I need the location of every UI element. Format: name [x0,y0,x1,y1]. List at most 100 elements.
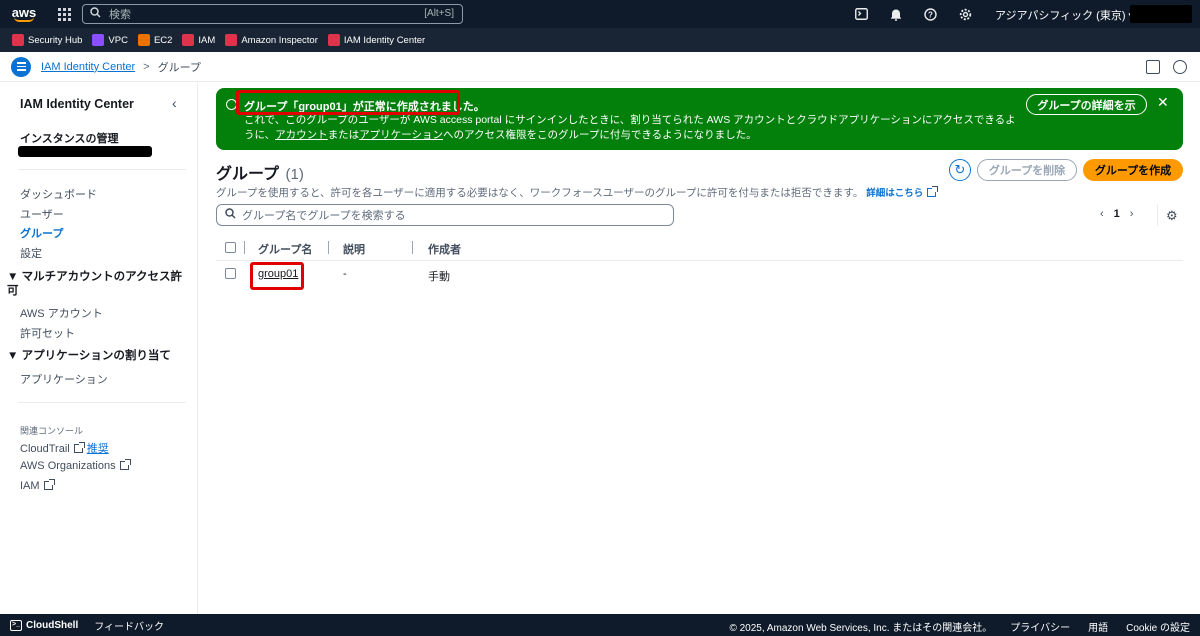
sidebar-item-applications[interactable]: アプリケーション [20,371,108,387]
view-group-details-button[interactable]: グループの詳細を示 [1026,94,1147,115]
group-search-input[interactable]: グループ名でグループを検索する [216,204,674,226]
success-check-icon [226,99,237,110]
delete-group-button[interactable]: グループを削除 [977,159,1077,181]
bell-icon[interactable] [887,5,905,23]
current-page[interactable]: 1 [1114,208,1120,220]
collapse-sidebar-icon[interactable]: ‹ [172,95,177,111]
help-icon[interactable]: ? [921,5,939,23]
sidebar-item-dashboard[interactable]: ダッシュボード [20,186,97,202]
external-link-icon [73,442,85,453]
hamburger-menu-icon[interactable] [11,56,31,77]
copyright: © 2025, Amazon Web Services, Inc. またはその関… [729,623,993,634]
sidebar-item-settings[interactable]: 設定 [20,245,42,261]
account-menu-redacted[interactable] [1130,5,1192,23]
favorite-ec2[interactable]: EC2 [137,34,172,46]
favorite-amazon-inspector[interactable]: Amazon Inspector [225,34,318,46]
column-header-description[interactable]: 説明 [343,241,365,257]
sidebar-section-app-assignments[interactable]: ▼ アプリケーションの割り当て [7,349,187,363]
cloudshell-label: CloudShell [26,619,79,631]
group-search-placeholder: グループ名でグループを検索する [242,210,406,222]
related-label: IAM [20,480,40,492]
flash-title: グループ「group01」が正常に作成されました。 [244,101,485,113]
external-link-icon [119,459,131,470]
search-placeholder: 検索 [109,9,131,21]
column-divider [412,241,413,254]
related-iam[interactable]: IAM [20,479,55,492]
cookie-settings-link[interactable]: Cookie の設定 [1126,619,1190,634]
flash-body-text: へのアクセス権限をこのグループに付与できるようになりました。 [442,129,757,141]
security-hub-icon [12,34,24,46]
sidebar-item-groups[interactable]: グループ [20,225,63,241]
footer: >_ CloudShell フィードバック © 2025, Amazon Web… [0,614,1200,636]
info-link[interactable]: 詳細はこちら [866,186,939,199]
row-checkbox[interactable] [225,268,236,279]
related-aws-organizations[interactable]: AWS Organizations [20,459,131,472]
flash-link-accounts[interactable]: アカウント [275,129,328,141]
page-title-text: グループ [216,166,280,183]
info-link-text: 詳細はこちら [866,188,924,199]
region-selector[interactable]: アジアパシフィック (東京) ▾ [995,7,1134,23]
prev-page-icon[interactable]: ‹ [1100,208,1104,220]
flash-link-applications[interactable]: アプリケーション [359,129,443,141]
vpc-icon [92,34,105,46]
sidebar-section-multi-account[interactable]: ▼ マルチアカウントのアクセス許可 [7,270,187,298]
divider [18,402,186,403]
search-icon [225,208,236,222]
select-all-checkbox[interactable] [225,242,236,253]
breadcrumb-bar: IAM Identity Center > グループ [0,52,1200,82]
global-search-input[interactable]: 検索 [Alt+S] [82,4,463,24]
page-title: グループ (1) [216,160,304,184]
close-icon[interactable]: ✕ [1157,94,1169,111]
gear-icon[interactable] [956,5,974,23]
favorite-vpc[interactable]: VPC [92,34,128,46]
group-count: (1) [285,166,304,183]
cloudshell-button[interactable]: >_ CloudShell [10,619,79,631]
iam-icon [182,34,195,46]
sidebar-item-users[interactable]: ユーザー [20,206,64,222]
create-group-button[interactable]: グループを作成 [1083,159,1183,181]
favorite-iam-identity-center[interactable]: IAM Identity Center [327,34,425,46]
cloudshell-icon[interactable] [852,5,870,23]
terms-link[interactable]: 用語 [1088,619,1108,634]
privacy-link[interactable]: プライバシー [1010,619,1070,634]
feedback-link[interactable]: フィードバック [94,618,164,633]
refresh-icon: ↻ [954,162,966,177]
favorite-security-hub[interactable]: Security Hub [12,34,82,46]
feedback-icon[interactable] [1173,60,1187,74]
aws-logo[interactable]: aws [0,0,48,28]
footer-links: © 2025, Amazon Web Services, Inc. またはその関… [729,619,1190,634]
next-page-icon[interactable]: › [1130,208,1134,220]
sidebar-title[interactable]: IAM Identity Center [20,97,134,111]
identity-center-icon [327,34,340,46]
aws-smile-icon [14,17,34,22]
flash-body-text: または [327,129,360,141]
search-icon [90,7,101,21]
tools-panel-icon[interactable] [1146,60,1160,74]
recommended-tag[interactable]: 推奨 [87,443,109,455]
favorite-label: Security Hub [28,34,83,46]
sidebar-item-permission-sets[interactable]: 許可セット [20,325,75,341]
column-header-group-name[interactable]: グループ名 [258,241,312,257]
external-link-icon [927,186,939,197]
breadcrumb-root[interactable]: IAM Identity Center [41,61,135,73]
sidebar-item-aws-accounts[interactable]: AWS アカウント [20,305,103,321]
related-cloudtrail[interactable]: CloudTrail 推奨 [20,440,109,456]
column-divider [244,241,245,254]
page-description: グループを使用すると、許可を各ユーザーに適用する必要はなく、ワークフォースユーザ… [216,185,939,200]
services-grid-icon[interactable] [54,4,74,24]
column-header-created-by[interactable]: 作成者 [428,241,461,257]
table-preferences-gear-icon[interactable]: ⚙ [1166,208,1178,224]
instance-name-redacted [18,146,152,157]
refresh-button[interactable]: ↻ [949,159,971,181]
flash-body: これで、このグループのユーザーが AWS access portal にサインイ… [244,113,1019,143]
svg-text:?: ? [928,10,933,19]
related-label: AWS Organizations [20,460,116,472]
inspector-icon [225,34,238,46]
external-link-icon [43,479,55,490]
breadcrumb-current: グループ [157,61,201,74]
group-description: - [343,268,347,280]
favorites-bar: Security Hub VPC EC2 IAM Amazon Inspecto… [0,28,1200,52]
favorite-iam[interactable]: IAM [182,34,215,46]
divider [1157,204,1158,226]
group-name-link[interactable]: group01 [258,268,298,280]
